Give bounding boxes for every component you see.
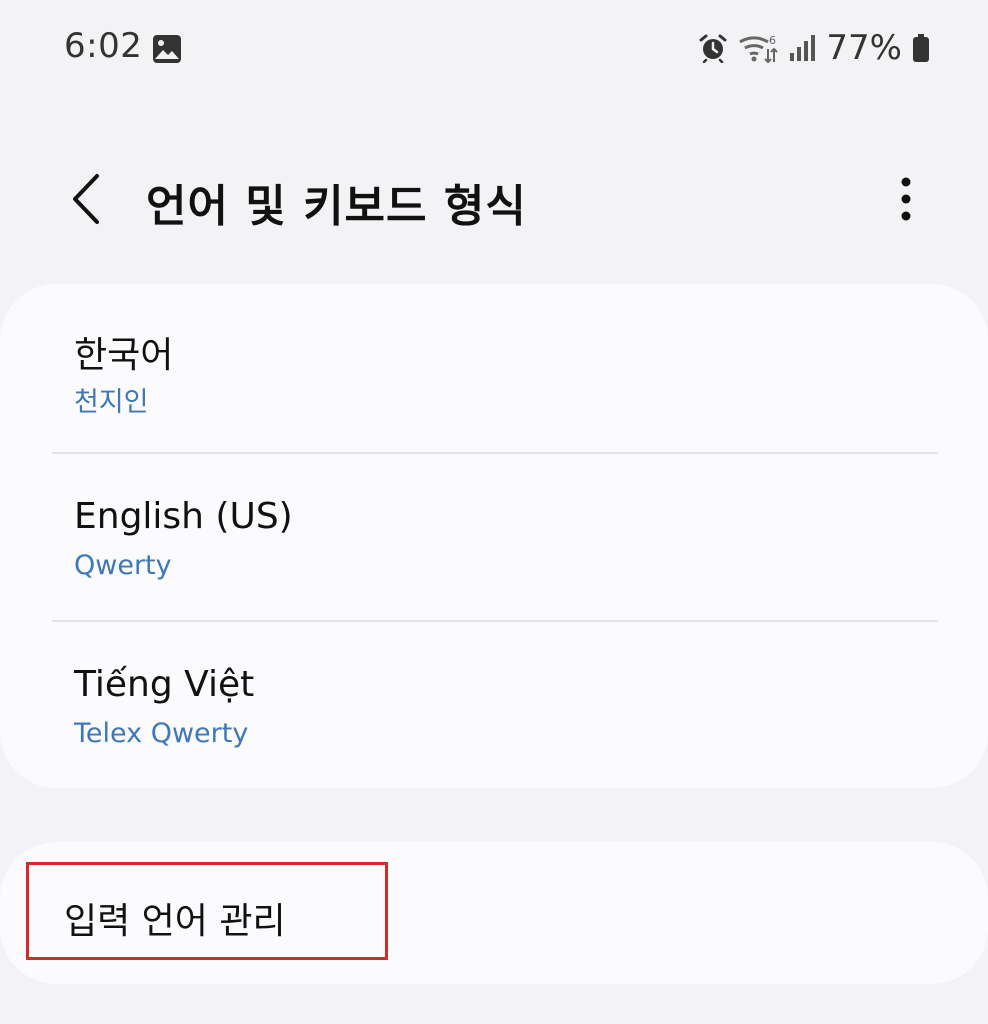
language-item-english[interactable]: English (US) Qwerty [0,454,988,622]
language-name: Tiếng Việt [74,664,255,705]
battery-percent: 77% [826,28,902,68]
svg-text:6: 6 [769,34,776,47]
keyboard-layout: 천지인 [74,387,149,418]
status-right-cluster: 6 77% [698,26,930,70]
more-vertical-icon [901,177,911,221]
manage-input-languages-item[interactable]: 입력 언어 관리 [0,842,988,984]
language-name: English (US) [74,496,293,537]
keyboard-layout: Telex Qwerty [74,718,249,749]
manage-input-languages-label: 입력 언어 관리 [64,901,286,942]
status-bar: 6:02 6 77% [0,0,988,100]
manage-card: 입력 언어 관리 [0,842,988,984]
page-title: 언어 및 키보드 형식 [146,181,527,232]
language-item-korean[interactable]: 한국어 천지인 [0,284,988,452]
battery-icon [913,34,929,62]
back-button[interactable] [56,164,116,234]
chevron-left-icon [73,174,99,224]
languages-card: 한국어 천지인 English (US) Qwerty Tiếng Việt T… [0,284,988,788]
wifi-icon: 6 [739,34,779,64]
app-header: 언어 및 키보드 형식 [0,150,988,250]
status-time: 6:02 [64,26,143,66]
signal-icon [790,35,816,61]
alarm-icon [699,34,727,63]
language-name: 한국어 [74,335,174,376]
keyboard-layout: Qwerty [74,550,172,581]
language-item-vietnamese[interactable]: Tiếng Việt Telex Qwerty [0,622,988,790]
more-options-button[interactable] [878,164,934,234]
screen: 6:02 6 77% 언어 및 키보드 형식 한국어 천지인 English (… [0,0,988,1024]
gallery-icon [153,35,181,63]
